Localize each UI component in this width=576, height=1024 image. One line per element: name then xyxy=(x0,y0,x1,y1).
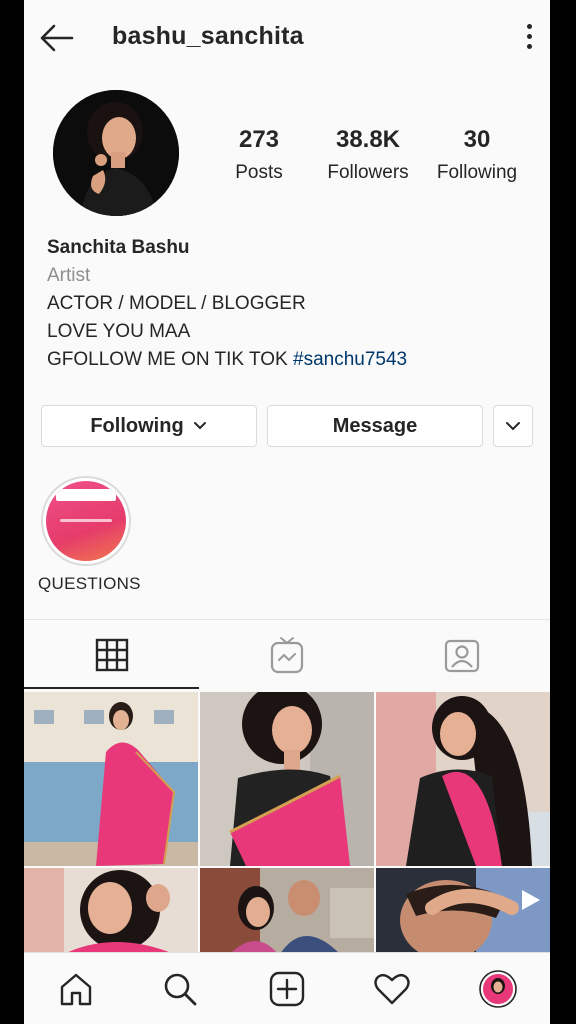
nav-home[interactable] xyxy=(54,967,98,1011)
tab-tagged[interactable] xyxy=(374,620,549,690)
chevron-down-icon xyxy=(193,422,206,430)
nav-activity[interactable] xyxy=(370,967,414,1011)
nav-profile[interactable] xyxy=(476,967,520,1011)
search-icon xyxy=(164,973,197,1006)
following-count: 30 xyxy=(463,126,491,153)
bio-line: ACTOR / MODEL / BLOGGER xyxy=(47,293,306,314)
posts-count: 273 xyxy=(238,126,280,153)
chevron-down-icon xyxy=(506,422,520,431)
following-stat[interactable]: 30 Following xyxy=(430,126,524,184)
profile-bio: Sanchita Bashu Artist ACTOR / MODEL / BL… xyxy=(47,234,407,374)
nav-search[interactable] xyxy=(158,967,202,1011)
bio-line-text: GFOLLOW ME ON TIK TOK xyxy=(47,349,293,370)
post-thumbnail[interactable] xyxy=(376,868,550,954)
activity-heart-icon xyxy=(374,973,410,1005)
following-button[interactable]: Following xyxy=(41,405,257,447)
nav-new-post[interactable] xyxy=(265,967,309,1011)
post-thumbnail[interactable] xyxy=(200,868,374,954)
options-menu-icon[interactable] xyxy=(524,24,534,52)
message-button[interactable]: Message xyxy=(267,405,483,447)
message-button-label: Message xyxy=(332,414,418,437)
post-thumbnail[interactable] xyxy=(24,692,198,866)
grid-icon xyxy=(95,638,128,672)
hashtag-link[interactable]: #sanchu7543 xyxy=(293,349,407,370)
bottom-navigation xyxy=(24,952,550,1024)
tab-grid[interactable] xyxy=(24,620,199,690)
following-button-label: Following xyxy=(90,414,184,437)
post-thumbnail[interactable] xyxy=(24,868,198,954)
highlight-cover xyxy=(46,481,126,561)
profile-category: Artist xyxy=(47,265,91,286)
profile-full-name: Sanchita Bashu xyxy=(47,237,190,258)
posts-label: Posts xyxy=(235,162,283,183)
profile-avatar[interactable] xyxy=(53,90,179,216)
igtv-icon xyxy=(270,637,303,674)
profile-username: bashu_sanchita xyxy=(112,22,304,50)
bio-line: GFOLLOW ME ON TIK TOK #sanchu7543 xyxy=(47,346,407,374)
highlight-label: QUESTIONS xyxy=(38,574,141,593)
post-thumbnail[interactable] xyxy=(200,692,374,866)
new-post-icon xyxy=(269,971,305,1007)
following-label: Following xyxy=(436,162,518,183)
posts-stat[interactable]: 273 Posts xyxy=(218,126,300,184)
tab-igtv[interactable] xyxy=(199,620,374,690)
followers-stat[interactable]: 38.8K Followers xyxy=(316,126,420,184)
profile-screen: bashu_sanchita 273 Posts 38.8K Followers… xyxy=(24,0,550,1024)
post-thumbnail[interactable] xyxy=(376,692,550,866)
home-icon xyxy=(60,973,92,1006)
tagged-icon xyxy=(444,639,479,673)
active-tab-indicator xyxy=(24,687,199,689)
suggested-accounts-button[interactable] xyxy=(493,405,533,447)
followers-count: 38.8K xyxy=(335,126,401,153)
followers-label: Followers xyxy=(327,162,409,183)
profile-tabs xyxy=(24,620,550,690)
back-arrow-icon[interactable] xyxy=(38,22,74,54)
story-highlight[interactable] xyxy=(41,476,131,566)
top-bar: bashu_sanchita xyxy=(24,0,550,76)
profile-avatar xyxy=(479,970,517,1008)
bio-line: LOVE YOU MAA xyxy=(47,321,191,342)
